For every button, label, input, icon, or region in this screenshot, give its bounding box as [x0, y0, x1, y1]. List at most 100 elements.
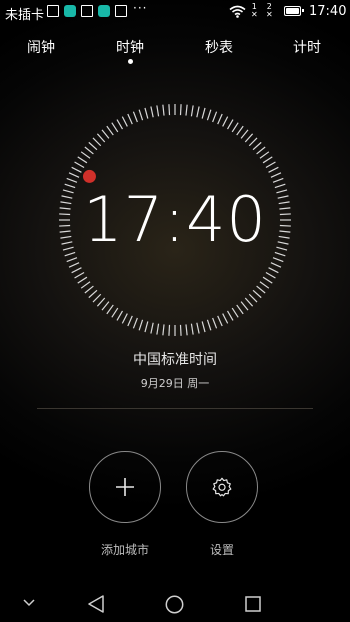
notification-icon [81, 5, 93, 17]
dial-tick [236, 304, 244, 315]
dial-tick [127, 113, 133, 125]
dial-tick [217, 315, 223, 327]
dial-tick [84, 146, 94, 155]
app-notification-icon [64, 5, 76, 17]
tab-timer[interactable]: 计时 [277, 37, 337, 57]
dial-tick [168, 104, 171, 116]
dial-tick [138, 109, 144, 121]
dial-tick [270, 172, 282, 178]
dial-tick [96, 297, 106, 307]
dial-tick [92, 293, 102, 303]
dial-tick [116, 310, 124, 321]
app-notification-icon [98, 5, 110, 17]
dial-tick [259, 151, 270, 159]
dial-tick [80, 151, 91, 159]
dial-tick [106, 304, 114, 315]
no-signal-icon: ✕ [266, 10, 273, 19]
settings-button[interactable] [186, 451, 258, 523]
dial-tick [84, 285, 94, 294]
dial-tick [244, 133, 254, 143]
tab-stopwatch[interactable]: 秒表 [189, 37, 249, 57]
more-notifications-icon: ··· [133, 1, 148, 15]
dial-tick [68, 262, 80, 268]
add-city-button[interactable] [89, 451, 161, 523]
dial-tick [236, 125, 244, 136]
dial-tick [96, 133, 106, 143]
dial-tick [217, 113, 223, 125]
dial-tick [268, 267, 279, 274]
dial-tick [68, 172, 80, 178]
chevron-down-icon[interactable] [23, 599, 35, 607]
back-icon[interactable] [87, 595, 105, 613]
gear-icon [212, 477, 232, 497]
dial-tick [150, 106, 154, 118]
divider [37, 408, 313, 409]
dial-tick [252, 289, 262, 299]
dial-tick [190, 323, 194, 335]
tab-alarm[interactable]: 闹钟 [11, 37, 71, 57]
dial-tick [162, 324, 165, 336]
dial-tick [190, 105, 194, 117]
dial-tick [88, 141, 98, 151]
dial-tick [121, 313, 128, 324]
dial-tick [80, 281, 91, 289]
recents-icon[interactable] [245, 596, 261, 612]
dial-tick [150, 322, 154, 334]
dial-tick [272, 257, 284, 263]
dial-tick [185, 324, 188, 336]
dial-tick [272, 177, 284, 183]
dial-tick [71, 166, 82, 173]
dial-tick [262, 276, 273, 284]
dial-tick [162, 104, 165, 116]
dial-tick [77, 276, 88, 284]
timezone-label: 中国标准时间 [133, 352, 217, 368]
dial-tick [226, 310, 234, 321]
dial-tick [77, 156, 88, 164]
dial-tick [71, 267, 82, 274]
second-indicator-dot [82, 169, 96, 183]
dial-tick [127, 315, 133, 327]
dial-tick [74, 271, 85, 279]
dial-tick [222, 313, 229, 324]
status-bar: 未插卡 ··· 1 ✕ 2 ✕ 17:40 [0, 0, 350, 24]
dial-tick [156, 105, 160, 117]
dial-tick [240, 301, 249, 311]
plus-icon [116, 478, 134, 496]
dial-tick [196, 322, 200, 334]
dial-tick [88, 289, 98, 299]
dial-tick [212, 111, 218, 123]
carrier-label: 未插卡 [5, 8, 45, 23]
date-label: 9月29日 周一 [140, 377, 210, 390]
dial-tick [132, 317, 138, 329]
dial-tick [201, 107, 206, 119]
dial-tick [265, 161, 276, 169]
dial-tick [256, 146, 266, 155]
dial-tick [111, 307, 119, 318]
dial-tick [231, 307, 239, 318]
dial-tick [185, 104, 188, 116]
dial-tick [256, 285, 266, 294]
dial-tick [101, 129, 110, 139]
home-icon[interactable] [165, 595, 184, 614]
dial-tick [168, 324, 171, 336]
dial-tick [252, 141, 262, 151]
dial-tick [144, 321, 149, 333]
tab-clock[interactable]: 时钟 [100, 37, 160, 57]
dial-tick [179, 324, 182, 336]
tab-bar: 闹钟 时钟 秒表 计时 [0, 37, 350, 67]
dial-tick [270, 262, 282, 268]
clock-time: 17:40 [83, 183, 267, 256]
dial-tick [259, 281, 270, 289]
battery-fill [286, 8, 299, 14]
dial-tick [74, 161, 85, 169]
dial-tick [138, 319, 144, 331]
dial-tick [268, 166, 279, 173]
wifi-icon [229, 5, 246, 18]
dial-tick [262, 156, 273, 164]
dial-tick [101, 301, 110, 311]
dial-tick [206, 319, 212, 331]
active-tab-indicator [128, 59, 133, 64]
dial-tick [66, 177, 78, 183]
dial-tick [156, 323, 160, 335]
no-signal-icon: ✕ [251, 10, 258, 19]
